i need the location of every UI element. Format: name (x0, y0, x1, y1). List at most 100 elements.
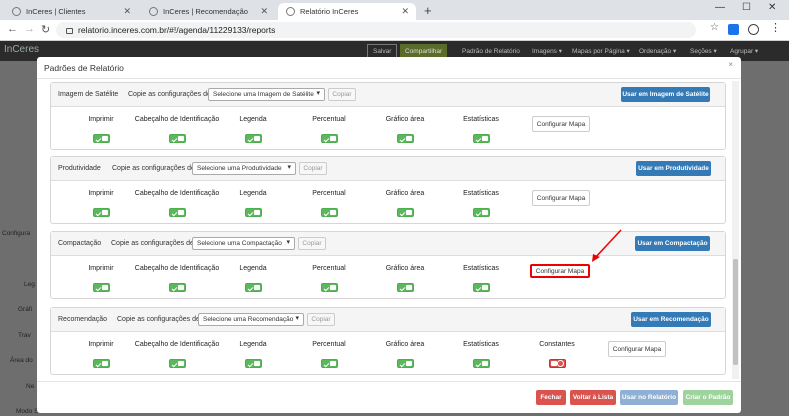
toggle-on[interactable] (244, 283, 262, 292)
create-default-button[interactable]: Criar o Padrão (683, 390, 733, 405)
browser-tab-clientes[interactable]: InCeres | Clientes ✕ (4, 3, 138, 20)
browser-tab-relatorio[interactable]: Relatório InCeres ✕ (278, 3, 416, 20)
toggle-on[interactable] (472, 283, 490, 292)
section-header: Recomendação Copie as configurações de S… (51, 308, 725, 332)
images-menu[interactable]: Imagens ▾ (527, 44, 567, 58)
use-in-compaction-button[interactable]: Usar em Compactação (635, 236, 710, 251)
toggle-on[interactable] (320, 359, 338, 368)
close-icon[interactable]: × (728, 60, 733, 69)
scrollbar-thumb[interactable] (733, 259, 738, 365)
toggle-on[interactable] (396, 208, 414, 217)
toggle-on[interactable] (168, 208, 186, 217)
section-title: Produtividade (58, 165, 101, 172)
translate-extension-icon[interactable] (728, 24, 739, 35)
profile-icon[interactable] (748, 24, 759, 35)
toggle-on[interactable] (244, 208, 262, 217)
bg-label: Leg (24, 281, 35, 288)
option-label: Estatísticas (463, 265, 499, 272)
copy-button[interactable]: Copiar (298, 237, 326, 250)
star-icon[interactable]: ☆ (710, 22, 721, 33)
maximize-icon[interactable]: ☐ (742, 2, 751, 13)
menu-dots-icon[interactable]: ⋮ (770, 21, 781, 34)
toggle-on[interactable] (168, 283, 186, 292)
copy-label: Copie as configurações de (117, 316, 200, 323)
toggle-on[interactable] (396, 134, 414, 143)
close-button[interactable]: Fechar (536, 390, 566, 405)
toggle-on[interactable] (396, 359, 414, 368)
toggle-on[interactable] (320, 208, 338, 217)
lock-icon (66, 28, 73, 34)
copy-button[interactable]: Copiar (307, 313, 335, 326)
section-title: Recomendação (58, 316, 108, 323)
use-in-productivity-button[interactable]: Usar em Produtividade (636, 161, 711, 176)
copy-button[interactable]: Copiar (299, 162, 327, 175)
close-tab-icon[interactable]: ✕ (260, 6, 268, 17)
copy-from-select[interactable]: Selecione uma Produtividade ▾ (192, 162, 296, 175)
globe-icon (149, 7, 158, 16)
toggle-on[interactable] (244, 359, 262, 368)
option-statistics: Estatísticas (436, 265, 526, 294)
maps-per-page-menu[interactable]: Mapas por Página ▾ (567, 44, 635, 58)
address-bar-row: ← → ↻ relatorio.inceres.com.br/#!/agenda… (0, 20, 789, 41)
use-in-satellite-image-button[interactable]: Usar em Imagem de Satélite (621, 87, 710, 102)
reload-icon[interactable]: ↻ (41, 23, 50, 36)
sections-menu[interactable]: Seções ▾ (685, 44, 722, 58)
copy-label: Copie as configurações de (111, 240, 194, 247)
bg-label: Configura (2, 230, 31, 237)
save-report-button[interactable]: Salvar (367, 44, 398, 58)
group-menu[interactable]: Agrupar ▾ (725, 44, 763, 58)
option-label: Estatísticas (463, 116, 499, 123)
configure-map-button[interactable]: Configurar Mapa (532, 190, 590, 206)
modal-body: Imagem de Satélite Copie as configuraçõe… (50, 81, 730, 379)
report-default-button[interactable]: Padrão de Relatório (457, 44, 525, 58)
close-tab-icon[interactable]: ✕ (401, 6, 409, 17)
section-header: Imagem de Satélite Copie as configuraçõe… (51, 83, 725, 107)
close-tab-icon[interactable]: ✕ (123, 6, 131, 17)
toggle-on[interactable] (92, 283, 110, 292)
chevron-down-icon: ▾ (295, 315, 299, 322)
section-recommendation: Recomendação Copie as configurações de S… (50, 307, 726, 375)
minimize-icon[interactable]: — (715, 2, 725, 13)
toggle-on[interactable] (320, 134, 338, 143)
toggle-on[interactable] (168, 134, 186, 143)
copy-from-select[interactable]: Selecione uma Recomendação ▾ (198, 313, 304, 326)
browser-tab-bar: InCeres | Clientes ✕ InCeres | Recomenda… (0, 0, 789, 20)
copy-from-select[interactable]: Selecione uma Compactação ▾ (192, 237, 295, 250)
select-value: Selecione uma Recomendação (203, 316, 294, 323)
toggle-on[interactable] (168, 359, 186, 368)
toggle-on[interactable] (472, 208, 490, 217)
toggle-on[interactable] (472, 134, 490, 143)
option-statistics: Estatísticas (436, 116, 526, 145)
toggle-on[interactable] (472, 359, 490, 368)
new-tab-button[interactable]: + (424, 3, 432, 18)
browser-tab-recomendacao[interactable]: InCeres | Recomendação ✕ (141, 3, 275, 20)
option-label: Estatísticas (463, 190, 499, 197)
copy-from-select[interactable]: Selecione uma Imagem de Satélite ▾ (208, 88, 325, 101)
forward-icon[interactable]: → (24, 23, 35, 35)
section-satellite-image: Imagem de Satélite Copie as configuraçõe… (50, 82, 726, 150)
ordering-menu[interactable]: Ordenação ▾ (634, 44, 681, 58)
back-icon[interactable]: ← (7, 23, 18, 35)
back-to-list-button[interactable]: Voltar à Lista (570, 390, 616, 405)
modal-scrollbar[interactable] (732, 81, 739, 379)
bg-label: Ne (26, 383, 35, 390)
share-button[interactable]: Compartilhar (400, 44, 448, 58)
toggle-on[interactable] (320, 283, 338, 292)
section-title: Compactação (58, 240, 102, 247)
configure-map-button[interactable]: Configurar Mapa (532, 116, 590, 132)
url-field[interactable]: relatorio.inceres.com.br/#!/agenda/11229… (56, 22, 696, 38)
use-in-report-button[interactable]: Usar no Relatório (620, 390, 678, 405)
section-productivity: Produtividade Copie as configurações de … (50, 156, 726, 224)
modal-title: Padrões de Relatório (44, 63, 124, 73)
configure-map-button[interactable]: Configurar Mapa (608, 341, 666, 357)
toggle-off[interactable] (548, 359, 566, 368)
toggle-on[interactable] (92, 208, 110, 217)
window-close-icon[interactable]: ✕ (768, 2, 776, 13)
toggle-on[interactable] (244, 134, 262, 143)
toggle-on[interactable] (396, 283, 414, 292)
toggle-on[interactable] (92, 359, 110, 368)
copy-button[interactable]: Copiar (328, 88, 356, 101)
toggle-on[interactable] (92, 134, 110, 143)
tab-title: InCeres | Recomendação (163, 7, 248, 16)
use-in-recommendation-button[interactable]: Usar em Recomendação (631, 312, 711, 327)
